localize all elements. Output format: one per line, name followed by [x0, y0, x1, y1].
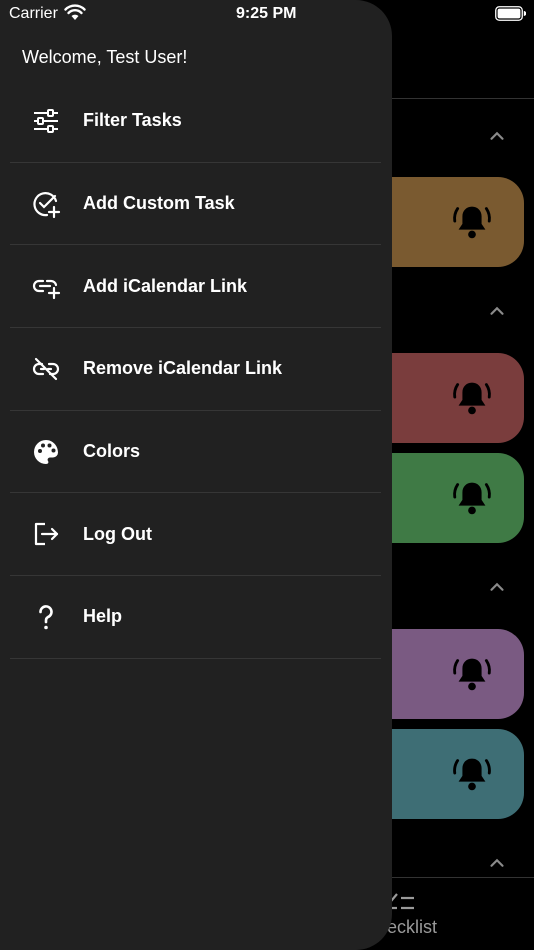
alarm-bell-icon[interactable]	[449, 375, 495, 421]
alarm-bell-icon[interactable]	[449, 651, 495, 697]
menu-label: Add Custom Task	[83, 193, 235, 214]
menu-item-filter-tasks[interactable]: Filter Tasks	[10, 80, 381, 163]
check-plus-icon	[30, 188, 62, 220]
menu-label: Filter Tasks	[83, 110, 182, 131]
alarm-bell-icon[interactable]	[449, 751, 495, 797]
menu-label: Help	[83, 606, 123, 627]
chevron-up-icon[interactable]	[486, 125, 508, 147]
navigation-drawer: Welcome, Test User! Filter Tasks Add Cus…	[0, 0, 392, 950]
menu-label: Colors	[83, 441, 141, 462]
sliders-icon	[30, 105, 62, 137]
tab-bar-divider	[390, 877, 534, 878]
header-divider	[390, 98, 534, 99]
alarm-bell-icon[interactable]	[449, 475, 495, 521]
menu-item-remove-icalendar-link[interactable]: Remove iCalendar Link	[10, 328, 381, 411]
menu-item-colors[interactable]: Colors	[10, 411, 381, 494]
menu-label: Add iCalendar Link	[83, 275, 248, 296]
alarm-bell-icon[interactable]	[449, 199, 495, 245]
battery-icon	[495, 6, 527, 21]
status-bar: Carrier 9:25 PM	[0, 0, 534, 30]
menu-item-log-out[interactable]: Log Out	[10, 493, 381, 577]
menu-item-help[interactable]: Help	[10, 576, 381, 659]
menu-item-add-icalendar-link[interactable]: Add iCalendar Link	[10, 245, 381, 329]
link-plus-icon	[30, 270, 62, 302]
clock: 9:25 PM	[236, 5, 297, 22]
chevron-up-icon[interactable]	[486, 852, 508, 874]
carrier-label: Carrier	[9, 5, 58, 22]
logout-icon	[30, 518, 62, 550]
drawer-menu: Filter Tasks Add Custom Task Add iCalend…	[10, 80, 381, 659]
link-off-icon	[30, 353, 62, 385]
chevron-up-icon[interactable]	[486, 576, 508, 598]
menu-item-add-custom-task[interactable]: Add Custom Task	[10, 163, 381, 246]
menu-label: Remove iCalendar Link	[83, 358, 283, 379]
question-icon	[30, 601, 62, 633]
palette-icon	[30, 436, 62, 468]
welcome-text: Welcome, Test User!	[22, 47, 188, 67]
wifi-icon	[64, 4, 86, 21]
chevron-up-icon[interactable]	[486, 300, 508, 322]
menu-label: Log Out	[83, 523, 152, 544]
